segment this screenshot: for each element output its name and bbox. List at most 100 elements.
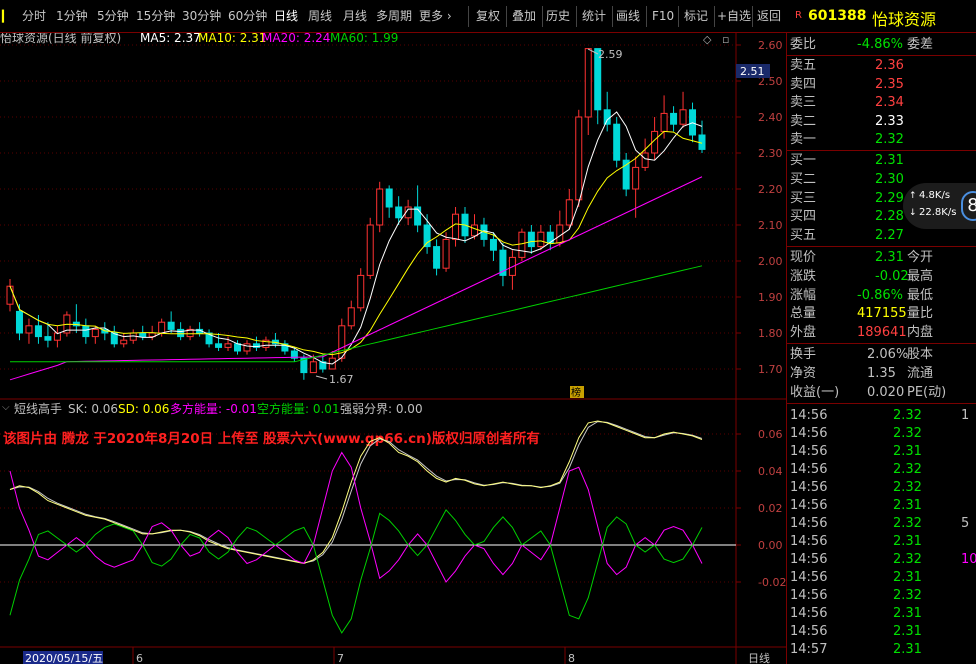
tick-row: 14:56 2.31 bbox=[787, 569, 976, 587]
watermark-text: 该图片由 腾龙 于2020年8月20日 上传至 股票六六(www.gp66.cn… bbox=[3, 430, 540, 447]
tick-volume: 5 bbox=[961, 516, 970, 531]
price-tick-label: 1.90 bbox=[758, 291, 783, 304]
stat-label: 股本 bbox=[907, 347, 934, 362]
stock-header: R 601388 怡球资源 bbox=[787, 0, 976, 33]
back-button[interactable]: 返回 bbox=[757, 0, 781, 33]
tick-volume: 10 bbox=[961, 552, 976, 567]
period-tab-15min[interactable]: 15分钟 bbox=[136, 0, 175, 33]
toolbar-divider bbox=[752, 6, 753, 27]
ask-level-price: 2.35 bbox=[875, 76, 904, 92]
tick-time: 14:56 bbox=[790, 552, 828, 567]
candle-body bbox=[679, 109, 687, 125]
price-tick-label: 2.40 bbox=[758, 111, 783, 124]
period-tab-1min[interactable]: 1分钟 bbox=[56, 0, 88, 33]
period-tab-5min[interactable]: 5分钟 bbox=[97, 0, 129, 33]
tick-row: 14:56 2.31 bbox=[787, 605, 976, 623]
order-ratio-value: -4.86% bbox=[857, 37, 903, 52]
stat-row: 涨幅 -0.86% 最低 bbox=[787, 287, 976, 305]
indicator-collapse-icon[interactable]: ⌵ bbox=[2, 402, 10, 413]
ma10-label: MA10: 2.31 bbox=[198, 33, 266, 45]
indicator-tick-label: 0.00 bbox=[758, 539, 783, 552]
period-tab-multi[interactable]: 多周期 bbox=[376, 0, 412, 33]
tick-volume: 1 bbox=[961, 408, 970, 423]
price-tick-label: 2.60 bbox=[758, 39, 783, 52]
candle-body bbox=[34, 325, 42, 338]
speed-down-value: 22.8K/s bbox=[919, 207, 957, 218]
ma5-label: MA5: 2.37 bbox=[140, 33, 201, 45]
speed-widget[interactable]: ↑ 4.8K/s ↓ 22.8K/s 8 bbox=[903, 183, 976, 229]
candlesticks bbox=[6, 48, 706, 380]
stock-code: 601388 bbox=[808, 8, 867, 24]
candle-body bbox=[224, 343, 232, 348]
tick-row: 14:56 2.32 bbox=[787, 479, 976, 497]
strength-label: 强弱分界: 0.00 bbox=[340, 402, 423, 416]
stat-row: 换手 2.06% 股本 bbox=[787, 346, 976, 364]
period-tab-fenshi[interactable]: 分时 bbox=[22, 0, 46, 33]
speed-badge: 8 bbox=[961, 191, 976, 221]
toolbar-divider bbox=[468, 6, 469, 27]
overlay-button[interactable]: 叠加 bbox=[512, 0, 536, 33]
ask-level-row: 卖二 2.33 bbox=[787, 113, 976, 131]
ask-level-price: 2.33 bbox=[875, 113, 904, 129]
ask-level-label: 卖二 bbox=[790, 113, 817, 129]
candle-body bbox=[234, 343, 242, 352]
mark-button[interactable]: 标记 bbox=[684, 0, 708, 33]
tick-time: 14:56 bbox=[790, 498, 828, 513]
period-tab-more[interactable]: 更多 › bbox=[419, 0, 452, 33]
statistics-button[interactable]: 统计 bbox=[582, 0, 606, 33]
collapse-icon[interactable]: ▎ bbox=[2, 0, 10, 33]
long-energy-label: 多方能量: -0.01 bbox=[170, 401, 257, 416]
tick-time: 14:57 bbox=[790, 642, 828, 657]
add-watchlist-button[interactable]: +自选 bbox=[717, 0, 751, 33]
chart-area[interactable]: 2.602.502.402.302.202.102.001.901.801.70… bbox=[0, 33, 787, 664]
toolbar-divider bbox=[576, 6, 577, 27]
square-icon[interactable]: ▫ bbox=[722, 33, 729, 46]
diamond-icon[interactable]: ◇ bbox=[703, 33, 712, 46]
period-tab-monthly[interactable]: 月线 bbox=[343, 0, 367, 33]
candle-body bbox=[565, 199, 573, 226]
toolbar-divider bbox=[646, 6, 647, 27]
period-tab-60min[interactable]: 60分钟 bbox=[228, 0, 267, 33]
period-tab-30min[interactable]: 30分钟 bbox=[182, 0, 221, 33]
stat-row: 总量 417155 量比 bbox=[787, 305, 976, 323]
toolbar: ▎ 分时 1分钟 5分钟 15分钟 30分钟 60分钟 日线 周线 月线 多周期… bbox=[0, 0, 787, 33]
bid-level-label: 买三 bbox=[790, 190, 817, 206]
tick-price: 2.32 bbox=[893, 462, 922, 477]
speed-down-icon: ↓ bbox=[909, 208, 917, 218]
tick-row: 14:56 2.32 10 bbox=[787, 551, 976, 569]
order-ratio-label: 委比 bbox=[790, 37, 817, 52]
bid-level-row: 买五 2.27 bbox=[787, 227, 976, 245]
short-energy-label: 空方能量: 0.01 bbox=[257, 401, 340, 416]
stat-label: 涨跌 bbox=[790, 268, 817, 284]
tick-price: 2.31 bbox=[893, 624, 922, 639]
restore-rights-button[interactable]: 复权 bbox=[476, 0, 500, 33]
period-tab-weekly[interactable]: 周线 bbox=[308, 0, 332, 33]
ask-level-price: 2.32 bbox=[875, 132, 904, 147]
tick-row: 14:56 2.31 bbox=[787, 497, 976, 515]
candle-body bbox=[167, 321, 175, 330]
tick-row: 14:56 2.32 bbox=[787, 461, 976, 479]
tick-row: 14:57 2.31 bbox=[787, 641, 976, 659]
history-button[interactable]: 历史 bbox=[546, 0, 570, 33]
toolbar-divider bbox=[542, 6, 543, 27]
tick-price: 2.31 bbox=[893, 642, 922, 657]
ma60-line bbox=[10, 265, 703, 363]
tick-time: 14:56 bbox=[790, 462, 828, 477]
month-label: 8 bbox=[568, 652, 575, 664]
bid-level-price: 2.31 bbox=[875, 153, 904, 168]
candle-body bbox=[442, 238, 450, 269]
ask-level-price: 2.34 bbox=[875, 95, 904, 110]
stat-value: 2.06% bbox=[867, 347, 909, 362]
period-tab-daily[interactable]: 日线 bbox=[274, 0, 298, 33]
high-price-label: 2.59 bbox=[598, 48, 623, 61]
candle-body bbox=[6, 285, 14, 305]
draw-line-button[interactable]: 画线 bbox=[616, 0, 640, 33]
candle-body bbox=[603, 109, 611, 125]
candle-body bbox=[433, 246, 441, 269]
bid-level-price: 2.28 bbox=[875, 209, 904, 225]
f10-button[interactable]: F10 bbox=[652, 0, 674, 33]
candle-body bbox=[632, 166, 640, 190]
ma60-label: MA60: 1.99 bbox=[330, 33, 398, 45]
price-tick-label: 1.80 bbox=[758, 327, 783, 340]
tick-time: 14:56 bbox=[790, 570, 828, 585]
